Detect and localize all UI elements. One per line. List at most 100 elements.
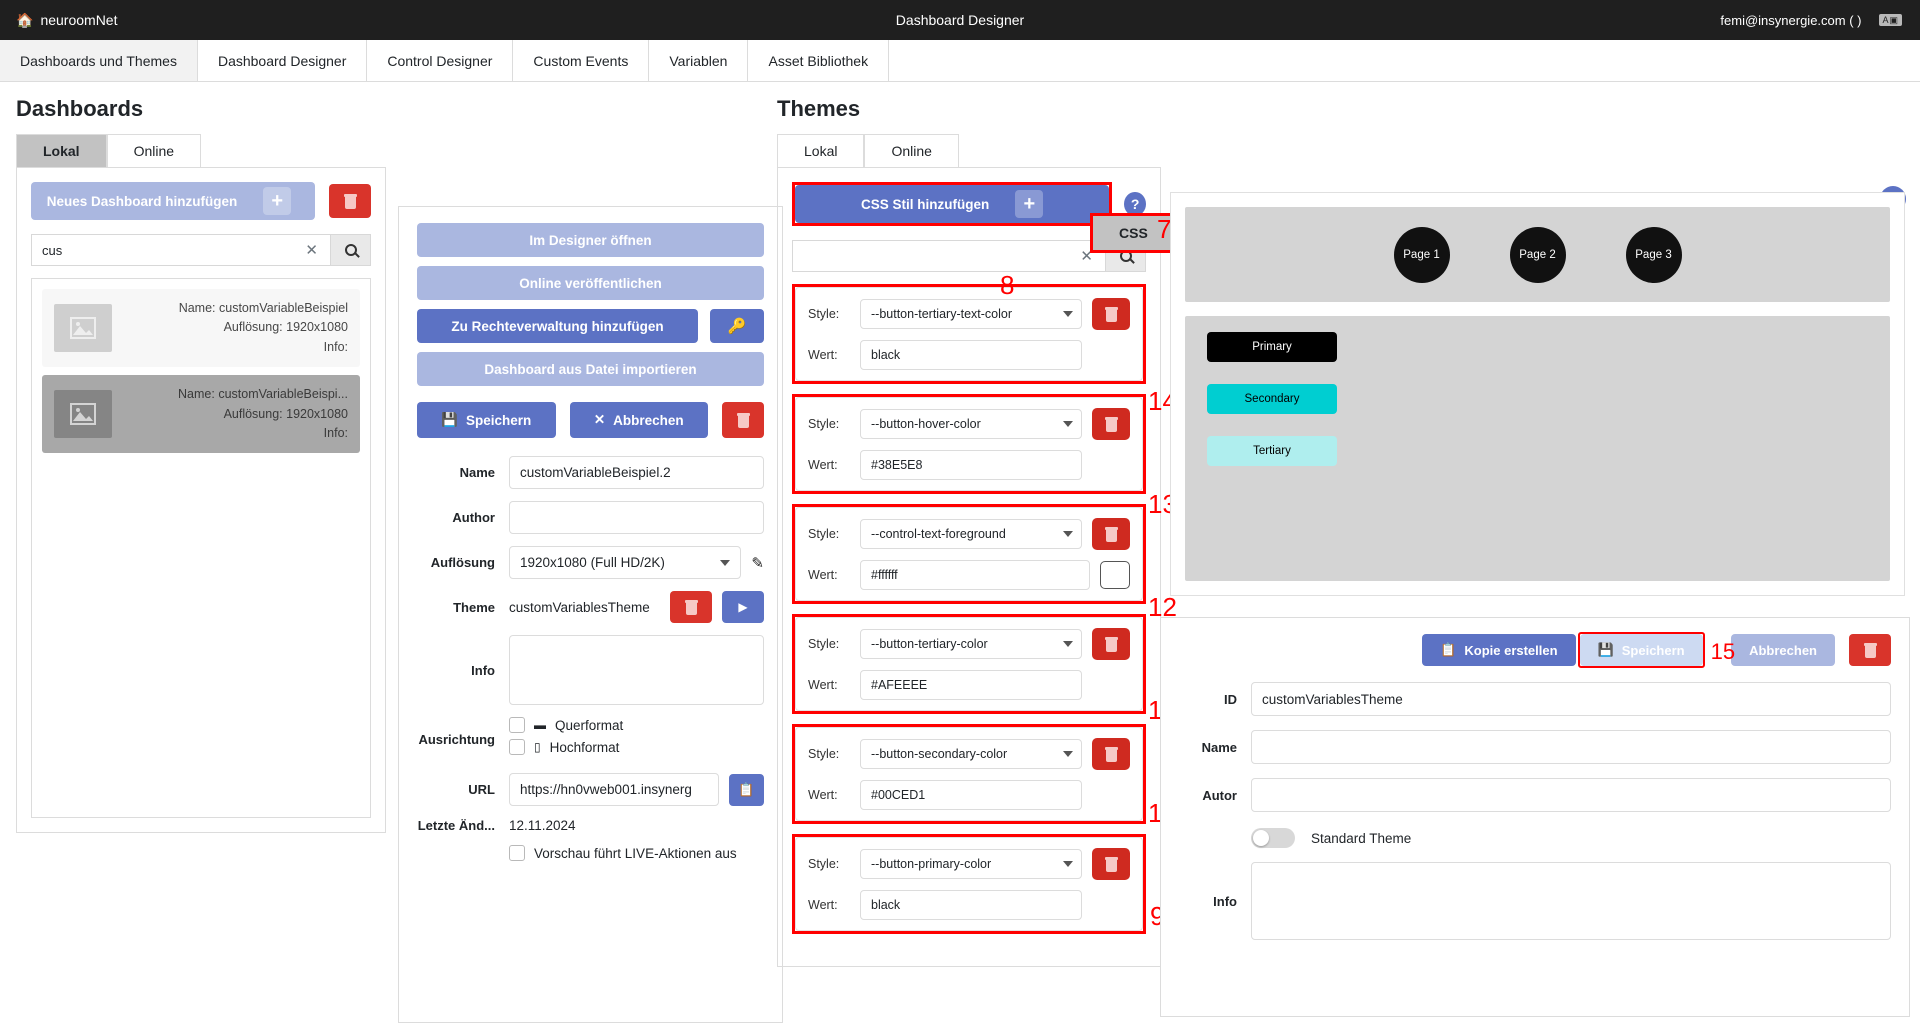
css-style-value: --button-hover-color bbox=[871, 417, 981, 431]
tab-control-designer[interactable]: Control Designer bbox=[367, 40, 513, 81]
orientation-portrait-checkbox[interactable] bbox=[509, 739, 525, 755]
dashboards-search-button[interactable] bbox=[331, 234, 371, 266]
copy-url-button[interactable]: 📋 bbox=[729, 774, 764, 806]
cancel-button[interactable]: ✕ Abbrechen bbox=[570, 402, 709, 438]
clear-x-icon[interactable]: ✕ bbox=[301, 241, 322, 259]
css-value-input[interactable]: black bbox=[860, 340, 1082, 370]
delete-css-style-button[interactable] bbox=[1092, 738, 1130, 770]
tab-variablen[interactable]: Variablen bbox=[649, 40, 748, 81]
dashboards-column: Dashboards Lokal Online Neues Dashboard … bbox=[16, 96, 386, 833]
add-css-style-button[interactable]: CSS Stil hinzufügen + bbox=[795, 185, 1109, 223]
color-swatch[interactable] bbox=[1100, 561, 1130, 589]
themes-heading: Themes bbox=[777, 96, 1161, 122]
dashboards-search-input[interactable]: cus ✕ bbox=[31, 234, 331, 266]
css-value-input[interactable]: #00CED1 bbox=[860, 780, 1082, 810]
chevron-down-icon bbox=[1063, 421, 1073, 427]
live-preview-checkbox[interactable] bbox=[509, 845, 525, 861]
brand[interactable]: 🏠 neuroomNet bbox=[0, 12, 117, 28]
open-in-designer-button[interactable]: Im Designer öffnen bbox=[417, 223, 764, 257]
delete-dashboard-button[interactable] bbox=[329, 184, 371, 218]
theme-save-button[interactable]: 💾 Speichern bbox=[1580, 634, 1703, 666]
css-value-input[interactable]: #ffffff bbox=[860, 560, 1090, 590]
tab-dashboard-designer[interactable]: Dashboard Designer bbox=[198, 40, 367, 81]
theme-author-input[interactable] bbox=[1251, 778, 1891, 812]
create-copy-button[interactable]: 📋 Kopie erstellen bbox=[1422, 634, 1575, 666]
add-to-rights-management-button[interactable]: Zu Rechteverwaltung hinzufügen bbox=[417, 309, 698, 343]
css-style-select[interactable]: --button-tertiary-text-color bbox=[860, 299, 1082, 329]
theme-preview-button[interactable]: ▶ bbox=[722, 591, 764, 623]
theme-info-textarea[interactable] bbox=[1251, 862, 1891, 940]
portrait-icon: ▯ bbox=[534, 740, 541, 754]
dashboards-tab-lokal[interactable]: Lokal bbox=[16, 134, 107, 167]
list-item[interactable]: Name: customVariableBeispiel Auflösung: … bbox=[42, 289, 360, 367]
publish-online-button[interactable]: Online veröffentlichen bbox=[417, 266, 764, 300]
author-label: Author bbox=[417, 510, 509, 525]
resolution-value: 1920x1080 (Full HD/2K) bbox=[520, 555, 665, 570]
dashboards-tab-online[interactable]: Online bbox=[107, 134, 201, 167]
list-item[interactable]: Name: customVariableBeispi... Auflösung:… bbox=[42, 375, 360, 453]
themes-tab-lokal[interactable]: Lokal bbox=[777, 134, 864, 167]
rights-key-button[interactable]: 🔑 bbox=[710, 309, 764, 343]
delete-css-style-button[interactable] bbox=[1092, 518, 1130, 550]
css-style-select[interactable]: --control-text-foreground bbox=[860, 519, 1082, 549]
top-bar: 🏠 neuroomNet Dashboard Designer femi@ins… bbox=[0, 0, 1920, 40]
preview-tertiary-button[interactable]: Tertiary bbox=[1207, 436, 1337, 466]
css-style-select[interactable]: --button-primary-color bbox=[860, 849, 1082, 879]
theme-cancel-button[interactable]: Abbrechen bbox=[1731, 634, 1835, 666]
edit-icon[interactable]: ✎ bbox=[751, 554, 764, 572]
css-value-input[interactable]: #AFEEEE bbox=[860, 670, 1082, 700]
orientation-landscape-row[interactable]: ▬ Querformat bbox=[509, 717, 764, 733]
copy-icon: 📋 bbox=[738, 782, 754, 798]
theme-id-input[interactable]: customVariablesTheme bbox=[1251, 682, 1891, 716]
info-label: Info: bbox=[324, 426, 348, 440]
delete-css-style-button[interactable] bbox=[1092, 628, 1130, 660]
theme-save-highlight: 💾 Speichern bbox=[1578, 632, 1705, 668]
import-dashboard-button[interactable]: Dashboard aus Datei importieren bbox=[417, 352, 764, 386]
theme-delete-button[interactable] bbox=[1849, 634, 1891, 666]
save-button[interactable]: 💾 Speichern bbox=[417, 402, 556, 438]
css-style-select[interactable]: --button-hover-color bbox=[860, 409, 1082, 439]
name-input[interactable]: customVariableBeispiel.2 bbox=[509, 456, 764, 489]
keyboard-icon[interactable]: A▣ bbox=[1879, 14, 1902, 26]
delete-css-style-button[interactable] bbox=[1092, 298, 1130, 330]
css-style-select[interactable]: --button-tertiary-color bbox=[860, 629, 1082, 659]
orientation-portrait-row[interactable]: ▯ Hochformat bbox=[509, 739, 764, 755]
css-value-input[interactable]: black bbox=[860, 890, 1082, 920]
theme-author-label: Autor bbox=[1179, 788, 1251, 803]
preview-primary-button[interactable]: Primary bbox=[1207, 332, 1337, 362]
preview-secondary-button[interactable]: Secondary bbox=[1207, 384, 1337, 414]
orientation-landscape-checkbox[interactable] bbox=[509, 717, 525, 733]
tab-dashboards-und-themes[interactable]: Dashboards und Themes bbox=[0, 40, 198, 81]
style-label: Style: bbox=[808, 307, 850, 321]
add-dashboard-button[interactable]: Neues Dashboard hinzufügen + bbox=[31, 182, 315, 220]
css-value-input[interactable]: #38E5E8 bbox=[860, 450, 1082, 480]
field-author: Author bbox=[417, 501, 764, 534]
delete-css-style-button[interactable] bbox=[1092, 848, 1130, 880]
user-email[interactable]: femi@insynergie.com ( ) bbox=[1720, 13, 1861, 28]
style-label: Style: bbox=[808, 747, 850, 761]
preview-page-3[interactable]: Page 3 bbox=[1626, 227, 1682, 283]
tab-asset-bibliothek[interactable]: Asset Bibliothek bbox=[748, 40, 889, 81]
themes-tab-online[interactable]: Online bbox=[864, 134, 958, 167]
tab-custom-events[interactable]: Custom Events bbox=[513, 40, 649, 81]
style-label: Style: bbox=[808, 637, 850, 651]
trash-icon bbox=[1864, 643, 1877, 658]
preview-page-1[interactable]: Page 1 bbox=[1394, 227, 1450, 283]
url-input[interactable]: https://hn0vweb001.insynerg bbox=[509, 773, 719, 806]
css-style-select[interactable]: --button-secondary-color bbox=[860, 739, 1082, 769]
theme-delete-button[interactable] bbox=[670, 591, 712, 623]
last-change-value: 12.11.2024 bbox=[509, 818, 764, 833]
resolution-select[interactable]: 1920x1080 (Full HD/2K) bbox=[509, 546, 741, 579]
delete-button[interactable] bbox=[722, 402, 764, 438]
add-css-label: CSS Stil hinzufügen bbox=[861, 197, 989, 212]
dashboards-heading: Dashboards bbox=[16, 96, 386, 122]
info-textarea[interactable] bbox=[509, 635, 764, 705]
author-input[interactable] bbox=[509, 501, 764, 534]
preview-page-2[interactable]: Page 2 bbox=[1510, 227, 1566, 283]
plus-icon: + bbox=[263, 187, 291, 215]
live-preview-row[interactable]: Vorschau führt LIVE-Aktionen aus bbox=[509, 845, 764, 861]
themes-search-input[interactable]: ✕ bbox=[792, 240, 1106, 272]
theme-name-input[interactable] bbox=[1251, 730, 1891, 764]
delete-css-style-button[interactable] bbox=[1092, 408, 1130, 440]
standard-theme-toggle[interactable] bbox=[1251, 828, 1295, 848]
